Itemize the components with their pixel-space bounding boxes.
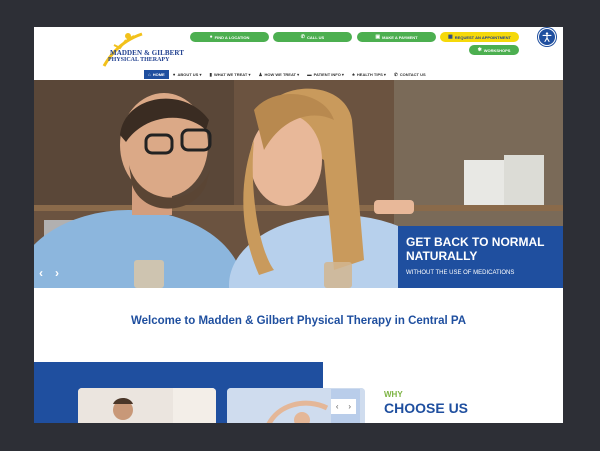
find-location-button[interactable]: ● FIND A LOCATION	[190, 32, 269, 42]
nav-contact-label: CONTACT US	[399, 72, 426, 77]
workshops-button[interactable]: ✱ WORKSHOPS	[469, 45, 519, 55]
map-pin-icon: ●	[209, 33, 213, 40]
home-icon: ⌂	[148, 72, 151, 77]
person-icon: ♟	[258, 71, 263, 77]
phone-icon: ✆	[300, 33, 305, 40]
cards-prev-arrow-icon[interactable]: ‹	[336, 402, 339, 411]
nav-patient-label: PATIENT INFO ▾	[313, 72, 344, 77]
find-location-label: FIND A LOCATION	[214, 34, 250, 40]
call-us-label: CALL US	[306, 34, 325, 40]
hero-title: GET BACK TO NORMAL NATURALLY	[406, 235, 545, 263]
why-label: WHY	[384, 390, 403, 399]
make-payment-label: MAKE A PAYMENT	[382, 34, 418, 40]
request-appointment-button[interactable]: ▦ REQUEST AN APPOINTMENT	[440, 32, 519, 42]
feature-card-photo	[78, 388, 216, 423]
logo-line1: MADDEN & GILBERT	[110, 49, 185, 57]
request-appointment-label: REQUEST AN APPOINTMENT	[454, 34, 511, 40]
nav-what-we-treat[interactable]: ▮ WHAT WE TREAT ▾	[205, 70, 254, 79]
nav-home[interactable]: ⌂ HOME	[144, 70, 169, 79]
contact-icon: ✆	[393, 71, 398, 77]
feature-card[interactable]	[78, 388, 216, 423]
calendar-icon: ▦	[448, 33, 453, 40]
workshops-label: WORKSHOPS	[483, 47, 511, 53]
logo-line2: PHYSICAL THERAPY	[108, 57, 170, 63]
clipboard-icon: ▮	[209, 71, 212, 77]
hero-slider: GET BACK TO NORMAL NATURALLY WITHOUT THE…	[34, 80, 563, 288]
tips-icon: ♣	[351, 72, 355, 77]
nav-patient-info[interactable]: ▬ PATIENT INFO ▾	[303, 70, 348, 79]
nav-how-label: HOW WE TREAT ▾	[264, 72, 300, 77]
accessibility-button[interactable]	[538, 28, 556, 46]
nav-home-label: HOME	[152, 72, 165, 77]
website-page: MADDEN & GILBERT PHYSICAL THERAPY ● FIND…	[34, 27, 563, 423]
workshop-icon: ✱	[477, 46, 482, 53]
nav-what-label: WHAT WE TREAT ▾	[213, 72, 251, 77]
payment-icon: ▣	[375, 33, 381, 40]
id-card-icon: ▬	[307, 72, 312, 77]
make-payment-button[interactable]: ▣ MAKE A PAYMENT	[357, 32, 436, 42]
hero-next-arrow-icon[interactable]: ›	[55, 267, 59, 279]
hero-subtitle: WITHOUT THE USE OF MEDICATIONS	[406, 270, 515, 276]
nav-about-us[interactable]: ● ABOUT US ▾	[169, 70, 206, 79]
info-icon: ●	[172, 72, 176, 77]
main-nav: ⌂ HOME ● ABOUT US ▾ ▮ WHAT WE TREAT ▾ ♟ …	[144, 70, 430, 79]
cards-slider-nav: ‹ ›	[331, 399, 356, 414]
choose-us-heading: CHOOSE US	[384, 400, 469, 416]
call-us-button[interactable]: ✆ CALL US	[273, 32, 352, 42]
welcome-heading: Welcome to Madden & Gilbert Physical The…	[130, 315, 467, 327]
nav-about-label: ABOUT US ▾	[177, 72, 202, 77]
hero-prev-arrow-icon[interactable]: ‹	[39, 267, 43, 279]
nav-health-tips[interactable]: ♣ HEALTH TIPS ▾	[348, 70, 390, 79]
cards-next-arrow-icon[interactable]: ›	[348, 402, 351, 411]
nav-contact-us[interactable]: ✆ CONTACT US	[390, 70, 430, 79]
nav-how-we-treat[interactable]: ♟ HOW WE TREAT ▾	[254, 70, 303, 79]
accessibility-icon	[542, 32, 552, 42]
logo[interactable]: MADDEN & GILBERT PHYSICAL THERAPY	[94, 30, 184, 70]
hero-caption-box: GET BACK TO NORMAL NATURALLY WITHOUT THE…	[398, 226, 563, 288]
nav-health-label: HEALTH TIPS ▾	[356, 72, 386, 77]
